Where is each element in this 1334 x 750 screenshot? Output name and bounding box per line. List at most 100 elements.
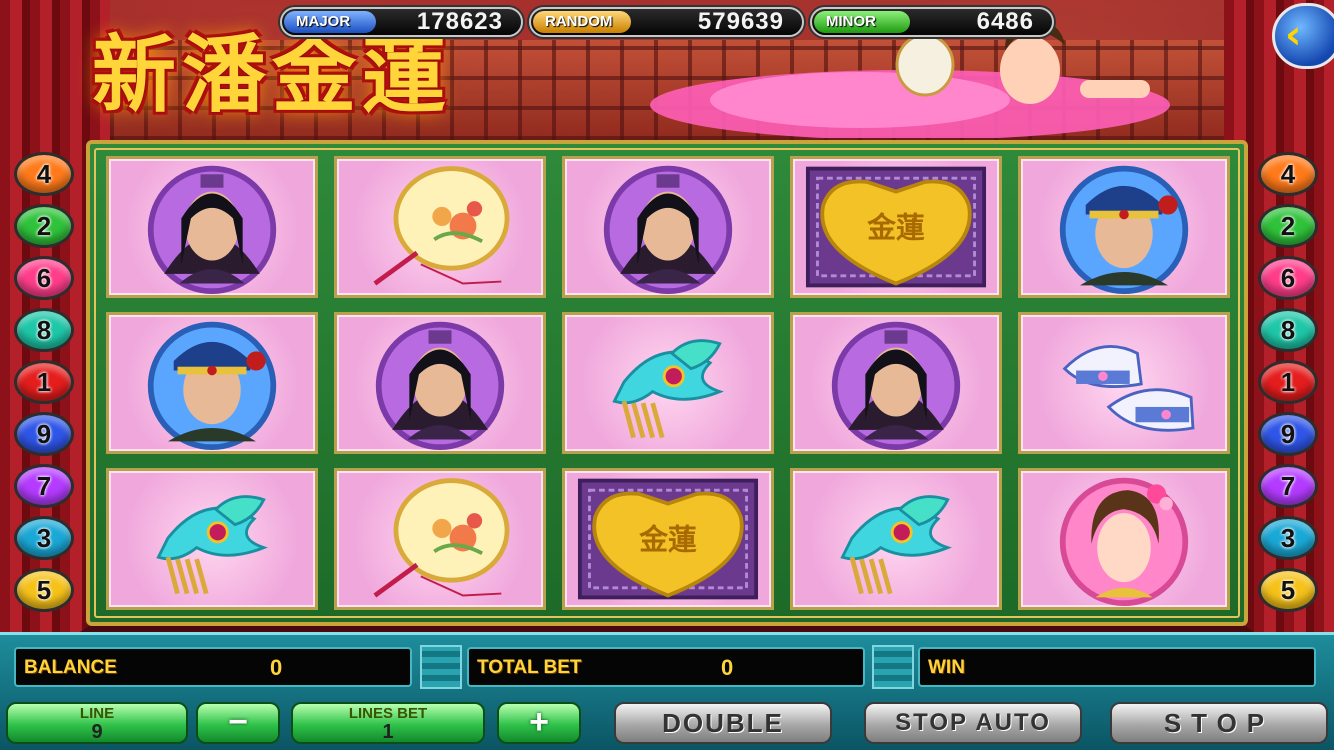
payline-ball-right: 3 — [1258, 516, 1318, 560]
embroidered-shoes-symbol — [1018, 312, 1230, 454]
fan-symbol — [334, 156, 546, 298]
fan-symbol-icon — [373, 478, 510, 598]
payline-number: 8 — [36, 315, 52, 345]
payline-ball-left: 3 — [14, 516, 74, 560]
panel-divider — [420, 645, 462, 689]
line-selector-button[interactable]: LINE 9 — [6, 702, 188, 744]
gold-lock-symbol: 金蓮 — [790, 156, 1002, 298]
payline-number: 2 — [36, 211, 52, 241]
payline-ball-right: 1 — [1258, 360, 1318, 404]
lines-bet-label: LINES BET — [348, 705, 428, 722]
payline-number: 7 — [36, 471, 52, 501]
official-symbol — [1018, 156, 1230, 298]
payline-ball-left: 2 — [14, 204, 74, 248]
payline-ball-right: 7 — [1258, 464, 1318, 508]
scholar-symbol-icon — [147, 165, 277, 295]
increase-bet-button[interactable]: + — [497, 702, 581, 744]
payline-number: 3 — [1280, 523, 1296, 553]
line-value: 9 — [91, 721, 103, 743]
payline-ball-right: 2 — [1258, 204, 1318, 248]
hairpin-symbol — [562, 312, 774, 454]
random-jackpot-label: RANDOM — [533, 11, 631, 33]
payline-ball-right: 4 — [1258, 152, 1318, 196]
payline-ball-left: 4 — [14, 152, 74, 196]
hairpin-symbol-icon — [840, 495, 952, 595]
hairpin-symbol — [790, 468, 1002, 610]
scholar-symbol — [334, 312, 546, 454]
gold-lock-symbol: 金蓮 — [562, 468, 774, 610]
total-bet-meter: TOTAL BET 0 — [467, 647, 865, 687]
lady-symbol — [1018, 468, 1230, 610]
gold-lock-symbol-icon: 金蓮 — [805, 166, 987, 288]
total-bet-label: TOTAL BET — [477, 657, 582, 678]
fan-symbol — [334, 468, 546, 610]
payline-number: 4 — [36, 159, 52, 189]
payline-number: 1 — [1280, 367, 1296, 397]
payline-number: 9 — [36, 419, 52, 449]
payline-number: 4 — [1280, 159, 1296, 189]
major-jackpot-label: MAJOR — [284, 11, 376, 33]
gold-lock-text: 金蓮 — [638, 523, 697, 557]
minor-jackpot-label: MINOR — [814, 11, 910, 33]
payline-number: 6 — [1280, 263, 1296, 293]
payline-ball-left: 6 — [14, 256, 74, 300]
official-symbol-icon — [147, 321, 277, 451]
win-label: WIN — [928, 657, 965, 678]
balance-value: 0 — [270, 655, 283, 680]
payline-ball-right: 8 — [1258, 308, 1318, 352]
win-meter: WIN — [918, 647, 1316, 687]
scholar-symbol-icon — [603, 165, 733, 295]
lines-bet-value: 1 — [382, 721, 394, 743]
scholar-symbol — [562, 156, 774, 298]
payline-ball-left: 5 — [14, 568, 74, 612]
back-button[interactable]: ‹ — [1272, 3, 1334, 69]
balance-meter: BALANCE 0 — [14, 647, 412, 687]
payline-number: 5 — [36, 575, 52, 605]
fan-symbol-icon — [373, 166, 510, 286]
gold-lock-symbol-icon: 金蓮 — [577, 478, 759, 600]
payline-number: 9 — [1280, 419, 1296, 449]
balance-label: BALANCE — [24, 657, 117, 678]
payline-number: 3 — [36, 523, 52, 553]
minor-jackpot-value: 6486 — [976, 8, 1034, 35]
payline-number: 7 — [1280, 471, 1296, 501]
payline-ball-right: 9 — [1258, 412, 1318, 456]
major-jackpot: MAJOR 178623 — [280, 7, 523, 37]
payline-ball-left: 1 — [14, 360, 74, 404]
official-symbol-icon — [1059, 165, 1189, 295]
decrease-bet-button[interactable]: − — [196, 702, 280, 744]
payline-number: 1 — [36, 367, 52, 397]
payline-number: 2 — [1280, 211, 1296, 241]
lines-bet-button[interactable]: LINES BET 1 — [291, 702, 485, 744]
left-payline-indicators: 4 2 6 8 1 9 7 3 5 — [14, 152, 76, 620]
major-jackpot-value: 178623 — [416, 8, 503, 35]
payline-ball-left: 7 — [14, 464, 74, 508]
random-jackpot: RANDOM 579639 — [529, 7, 804, 37]
embroidered-shoes-symbol-icon — [1062, 345, 1195, 432]
line-label: LINE — [79, 705, 115, 722]
random-jackpot-value: 579639 — [697, 8, 784, 35]
lady-symbol-icon — [1059, 477, 1189, 607]
double-button[interactable]: DOUBLE — [614, 702, 832, 744]
hairpin-symbol-icon — [612, 339, 724, 439]
minor-jackpot: MINOR 6486 — [810, 7, 1054, 37]
payline-ball-right: 5 — [1258, 568, 1318, 612]
payline-ball-left: 8 — [14, 308, 74, 352]
chevron-left-icon: ‹ — [1285, 12, 1302, 58]
payline-ball-right: 6 — [1258, 256, 1318, 300]
total-bet-value: 0 — [721, 655, 734, 680]
scholar-symbol-icon — [375, 321, 505, 451]
payline-number: 8 — [1280, 315, 1296, 345]
scholar-symbol-icon — [831, 321, 961, 451]
payline-number: 5 — [1280, 575, 1296, 605]
scholar-symbol — [790, 312, 1002, 454]
payline-ball-left: 9 — [14, 412, 74, 456]
reel-grid: 金蓮 金蓮 — [106, 156, 1230, 610]
right-payline-indicators: 4 2 6 8 1 9 7 3 5 — [1258, 152, 1320, 620]
stop-button[interactable]: STOP — [1110, 702, 1328, 744]
hairpin-symbol — [106, 468, 318, 610]
reel-frame: 金蓮 金蓮 — [86, 140, 1248, 626]
payline-number: 6 — [36, 263, 52, 293]
stop-auto-button[interactable]: STOP AUTO — [864, 702, 1082, 744]
gold-lock-text: 金蓮 — [866, 211, 925, 245]
